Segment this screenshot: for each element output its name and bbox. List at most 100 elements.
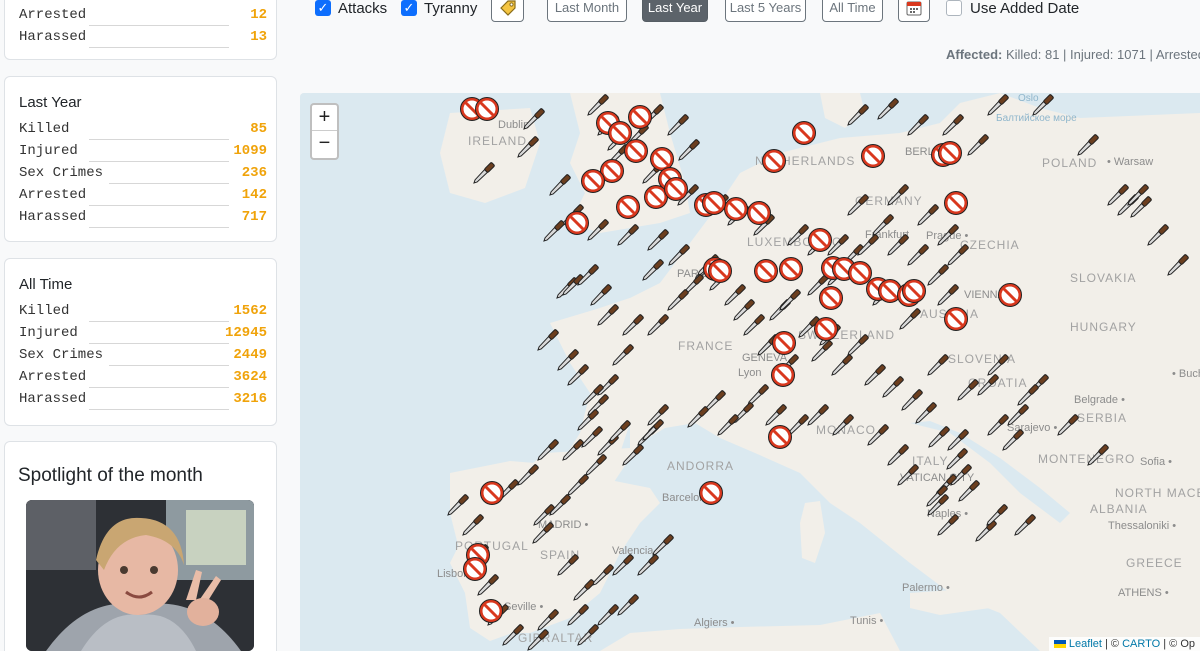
tyranny-label: Tyranny <box>424 0 478 17</box>
card-title: Last Year <box>19 94 82 111</box>
map-label: SLOVAKIA <box>1070 271 1136 285</box>
stats-card-recent: Arrested 12 Harassed 13 <box>4 0 277 60</box>
prohibited-marker-icon <box>754 259 778 283</box>
map-label: HUNGARY <box>1070 320 1137 334</box>
prohibited-marker-icon <box>944 191 968 215</box>
map-label: SERBIA <box>1077 411 1127 425</box>
range-all-time-button[interactable]: All Time <box>822 0 883 22</box>
map-label: ANDORRA <box>667 459 734 473</box>
stat-row: Arrested 3624 <box>19 367 267 389</box>
tag-filter-button[interactable] <box>491 0 524 22</box>
map-label: Algiers • <box>694 617 735 629</box>
prohibited-marker-icon <box>608 121 632 145</box>
stat-row: Sex Crimes 236 <box>19 163 267 185</box>
prohibited-marker-icon <box>848 261 872 285</box>
prohibited-marker-icon <box>772 331 796 355</box>
stats-card-last-year: Last Year Killed 85 Injured 1099 Sex Cri… <box>4 76 277 242</box>
stat-row: Harassed 3216 <box>19 389 267 411</box>
map-label: Seville • <box>504 601 543 613</box>
tyranny-checkbox[interactable]: ✓ <box>401 0 417 16</box>
map-label: • Bucharest <box>1172 368 1200 380</box>
stat-row: Harassed 13 <box>19 27 267 49</box>
incident-map[interactable]: Dublin IRELAND BERLIN POLAND • Warsaw NE… <box>300 93 1200 651</box>
map-label: GREECE <box>1126 556 1183 570</box>
stats-card-all-time: All Time Killed 1562 Injured 12945 Sex C… <box>4 258 277 426</box>
map-label: MONTENEGRO <box>1038 452 1135 466</box>
prohibited-marker-icon <box>944 307 968 331</box>
prohibited-marker-icon <box>938 141 962 165</box>
map-label: CZECHIA <box>960 238 1020 252</box>
zoom-control: + − <box>310 103 339 160</box>
map-label: PORTUGAL <box>455 539 529 553</box>
prohibited-marker-icon <box>463 557 487 581</box>
map-tiles[interactable]: Dublin IRELAND BERLIN POLAND • Warsaw NE… <box>300 93 1200 651</box>
prohibited-marker-icon <box>747 201 771 225</box>
prohibited-marker-icon <box>902 279 926 303</box>
prohibited-marker-icon <box>819 286 843 310</box>
prohibited-marker-icon <box>702 191 726 215</box>
affected-text: Killed: 81 | Injured: 1071 | Arrested <box>1005 47 1200 62</box>
map-label: FRANCE <box>678 339 733 353</box>
prohibited-marker-icon <box>861 144 885 168</box>
prohibited-marker-icon <box>628 105 652 129</box>
prohibited-marker-icon <box>475 97 499 121</box>
spotlight-title: Spotlight of the month <box>18 465 203 486</box>
map-label: SWITZERLAND <box>798 328 895 342</box>
use-added-date-label: Use Added Date <box>970 0 1080 17</box>
use-added-date-checkbox[interactable] <box>946 0 962 16</box>
map-attribution: Leaflet | © CARTO | © Op <box>1048 637 1200 651</box>
map-label: Балтийское море <box>996 113 1077 124</box>
prohibited-marker-icon <box>624 139 648 163</box>
prohibited-marker-icon <box>762 149 786 173</box>
ukraine-flag-icon <box>1053 640 1066 649</box>
map-label: Sarajevo • <box>1007 422 1057 434</box>
map-label: Lyon <box>738 367 761 379</box>
zoom-out-button[interactable]: − <box>312 131 337 157</box>
card-title: All Time <box>19 276 73 293</box>
map-label: • Warsaw <box>1107 156 1153 168</box>
prohibited-marker-icon <box>565 211 589 235</box>
prohibited-marker-icon <box>998 283 1022 307</box>
stat-row: Injured 12945 <box>19 323 267 345</box>
attacks-checkbox[interactable]: ✓ <box>315 0 331 16</box>
affected-summary: Affected: Killed: 81 | Injured: 1071 | A… <box>946 47 1200 62</box>
map-label: POLAND <box>1042 156 1097 170</box>
map-label: Oslo <box>1018 93 1039 104</box>
map-label: NORTH MACEDONIA <box>1115 486 1200 500</box>
stat-row: Arrested 12 <box>19 5 267 27</box>
map-label: Palermo • <box>902 582 950 594</box>
stat-row: Harassed 717 <box>19 207 267 229</box>
prohibited-marker-icon <box>724 197 748 221</box>
prohibited-marker-icon <box>699 481 723 505</box>
range-last-month-button[interactable]: Last Month <box>547 0 627 22</box>
range-last-5-years-button[interactable]: Last 5 Years <box>725 0 806 22</box>
stat-row: Injured 1099 <box>19 141 267 163</box>
prohibited-marker-icon <box>581 169 605 193</box>
stat-row: Sex Crimes 2449 <box>19 345 267 367</box>
prohibited-marker-icon <box>479 599 503 623</box>
prohibited-marker-icon <box>808 228 832 252</box>
carto-link[interactable]: CARTO <box>1122 638 1160 650</box>
stat-row: Killed 1562 <box>19 301 267 323</box>
calendar-button[interactable] <box>898 0 930 22</box>
leaflet-link[interactable]: Leaflet <box>1069 638 1102 650</box>
prohibited-marker-icon <box>708 259 732 283</box>
calendar-icon <box>905 1 923 20</box>
map-label: Sofia • <box>1140 456 1172 468</box>
prohibited-marker-icon <box>616 195 640 219</box>
range-last-year-button[interactable]: Last Year <box>642 0 708 22</box>
tag-icon <box>499 0 517 20</box>
prohibited-marker-icon <box>792 121 816 145</box>
spotlight-photo[interactable] <box>26 500 254 651</box>
attacks-label: Attacks <box>338 0 388 17</box>
stat-row: Arrested 142 <box>19 185 267 207</box>
prohibited-marker-icon <box>480 481 504 505</box>
prohibited-marker-icon <box>664 177 688 201</box>
zoom-in-button[interactable]: + <box>312 105 337 131</box>
map-label: Thessaloniki • <box>1108 520 1176 532</box>
map-label: ALBANIA <box>1090 502 1148 516</box>
stat-row: Killed 85 <box>19 119 267 141</box>
map-label: Tunis • <box>850 615 884 627</box>
map-label: Belgrade • <box>1074 394 1125 406</box>
prohibited-marker-icon <box>771 363 795 387</box>
